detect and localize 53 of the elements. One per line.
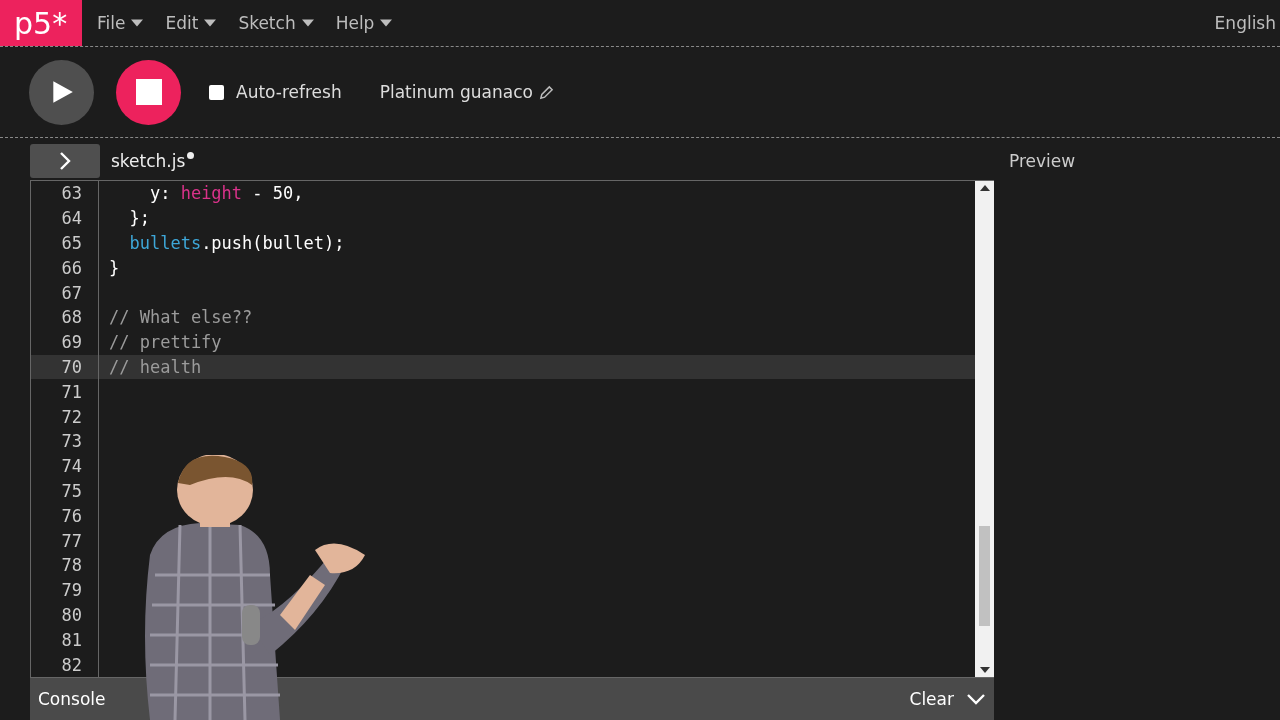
caret-icon [131, 19, 144, 27]
line-number: 63 [31, 181, 99, 206]
line-number: 66 [31, 255, 99, 281]
caret-icon [380, 19, 393, 27]
scrollbar[interactable] [975, 181, 994, 677]
auto-refresh-label: Auto-refresh [236, 82, 342, 103]
chevron-right-icon [59, 151, 71, 172]
scroll-down-icon[interactable] [979, 667, 990, 673]
line-number: 79 [31, 577, 99, 603]
line-number: 74 [31, 453, 99, 479]
pencil-icon[interactable] [538, 84, 554, 100]
code-line: } [109, 257, 120, 278]
line-number: 75 [31, 478, 99, 504]
caret-icon [204, 19, 217, 27]
line-number: 68 [31, 305, 99, 330]
line-number: 80 [31, 602, 99, 628]
line-number: 76 [31, 503, 99, 529]
line-number: 71 [31, 379, 99, 405]
stop-icon [135, 79, 162, 106]
line-number: 81 [31, 627, 99, 653]
scroll-up-icon[interactable] [979, 185, 990, 192]
language-menu[interactable]: English [1214, 13, 1276, 33]
line-number: 65 [31, 230, 99, 256]
file-tab[interactable]: sketch.js [111, 151, 186, 172]
line-number: 70 [31, 354, 99, 380]
code-line: // health [109, 357, 202, 378]
line-number: 77 [31, 528, 99, 553]
expand-button[interactable] [30, 144, 100, 179]
code-line: y: height - 50, [148, 183, 304, 204]
p5-logo[interactable]: p5* [0, 0, 82, 46]
line-number: 67 [31, 280, 99, 306]
code-line: }; [128, 208, 150, 229]
line-number: 82 [31, 652, 99, 677]
menu-item[interactable]: Sketch [238, 13, 314, 33]
scroll-thumb[interactable] [979, 526, 990, 627]
menu-item[interactable]: Edit [165, 13, 217, 33]
clear-button[interactable]: Clear [909, 689, 954, 709]
code-line: // prettify [109, 332, 222, 353]
code-line: // What else?? [109, 307, 253, 328]
caret-icon [301, 19, 314, 27]
line-number: 73 [31, 429, 99, 454]
code-line: bullets.push(bullet); [128, 233, 345, 254]
menu-item[interactable]: Help [335, 13, 393, 33]
auto-refresh-checkbox[interactable] [209, 84, 224, 100]
line-number: 69 [31, 329, 99, 355]
line-number: 78 [31, 553, 99, 578]
preview-title: Preview [1009, 151, 1076, 172]
line-number: 64 [31, 205, 99, 231]
menu-item[interactable]: File [97, 13, 144, 33]
console-title: Console [38, 689, 107, 709]
sketch-name[interactable]: Platinum guanaco [379, 82, 533, 103]
chevron-icon[interactable] [966, 693, 986, 705]
line-number: 72 [31, 404, 99, 430]
